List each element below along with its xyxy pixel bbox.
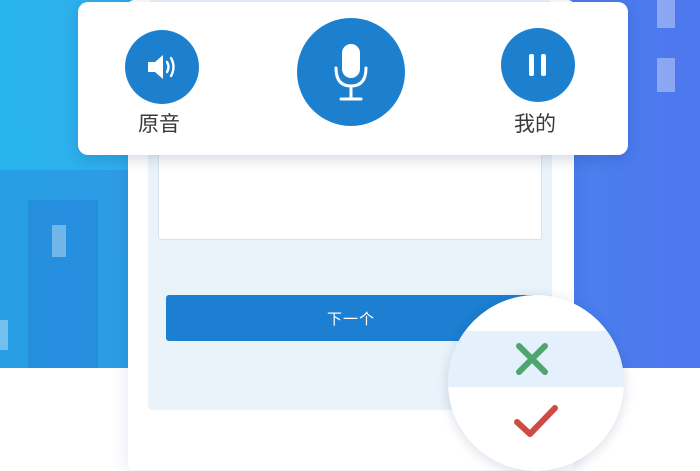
verify-panel: [448, 295, 624, 471]
mine-label: 我的: [514, 112, 556, 136]
original-sound-button[interactable]: [125, 30, 199, 104]
accept-button[interactable]: [512, 401, 560, 441]
background-window: [657, 0, 675, 28]
microphone-icon: [334, 44, 368, 101]
cross-icon: [516, 343, 548, 375]
original-sound-label: 原音: [138, 112, 180, 136]
reject-button[interactable]: [512, 339, 552, 379]
audio-control-panel: 原音 我的: [78, 2, 628, 155]
pause-icon: [529, 54, 546, 76]
transcript-textarea[interactable]: [158, 145, 542, 240]
mine-button[interactable]: [501, 28, 575, 102]
record-button[interactable]: [297, 18, 405, 126]
speaker-icon: [148, 55, 175, 79]
checkmark-icon: [514, 405, 558, 437]
background-window: [657, 58, 675, 92]
background-window: [52, 225, 66, 257]
background-window: [0, 320, 8, 350]
